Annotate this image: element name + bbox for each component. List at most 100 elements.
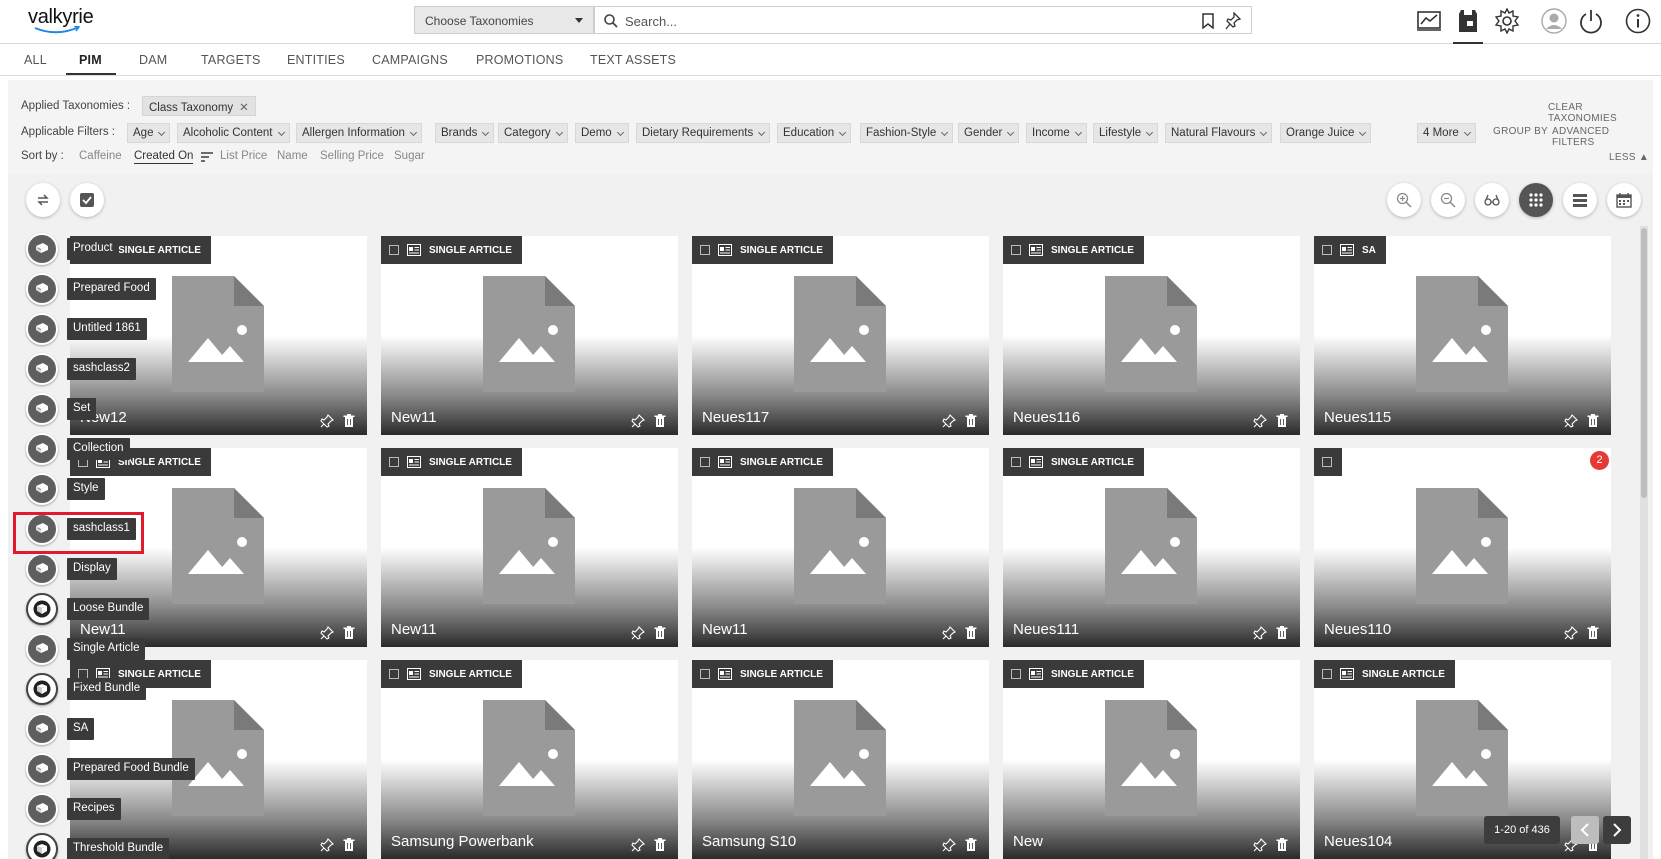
trash-icon[interactable] (1276, 626, 1288, 640)
class-filter-button[interactable] (26, 353, 58, 385)
prev-page-button[interactable] (1571, 816, 1599, 844)
zoom-in-button[interactable] (1387, 183, 1421, 217)
pin-icon[interactable] (1253, 838, 1267, 852)
pin-icon[interactable] (1253, 626, 1267, 640)
trash-icon[interactable] (654, 626, 666, 640)
next-page-button[interactable] (1603, 816, 1631, 844)
class-filter-label[interactable]: Fixed Bundle (67, 678, 147, 700)
trash-icon[interactable] (965, 838, 977, 852)
sort-option-caffeine[interactable]: Caffeine (79, 150, 122, 162)
list-view-button[interactable] (1563, 183, 1597, 217)
filter-demo[interactable]: Demo (575, 123, 629, 143)
tab-campaigns[interactable]: CAMPAIGNS (372, 53, 448, 67)
class-filter-label[interactable]: Threshold Bundle (67, 838, 170, 859)
filter-brands[interactable]: Brands (435, 123, 495, 143)
filter-dietary-requirements[interactable]: Dietary Requirements (636, 123, 771, 143)
sort-option-sugar[interactable]: Sugar (394, 150, 425, 162)
class-filter-button[interactable] (26, 233, 58, 265)
product-card[interactable]: SINGLE ARTICLE Neues116 (1003, 236, 1300, 435)
class-filter-button[interactable] (26, 473, 58, 505)
pin-icon[interactable] (1225, 12, 1241, 30)
trash-icon[interactable] (965, 626, 977, 640)
trash-icon[interactable] (1587, 414, 1599, 428)
results-scrollbar[interactable] (1640, 226, 1648, 859)
trash-icon[interactable] (343, 626, 355, 640)
power-logout-icon[interactable] (1578, 8, 1604, 34)
trash-icon[interactable] (654, 414, 666, 428)
trash-icon[interactable] (343, 414, 355, 428)
class-filter-label[interactable]: Prepared Food (67, 278, 156, 300)
card-checkbox[interactable] (1011, 457, 1021, 467)
class-filter-label[interactable]: Collection (67, 438, 130, 460)
analytics-chart-icon[interactable] (1416, 8, 1442, 34)
class-filter-button[interactable] (26, 593, 58, 625)
card-checkbox[interactable] (389, 245, 399, 255)
tab-pim[interactable]: PIM (79, 53, 102, 67)
class-filter-button[interactable] (26, 753, 58, 785)
zoom-out-button[interactable] (1431, 183, 1465, 217)
refresh-button[interactable] (26, 183, 60, 217)
taxonomy-select[interactable]: Choose Taxonomies (414, 6, 594, 34)
product-card[interactable]: SINGLE ARTICLE Samsung Powerbank (381, 660, 678, 859)
class-filter-button[interactable] (26, 793, 58, 825)
card-checkbox[interactable] (1322, 669, 1332, 679)
card-title[interactable]: New11 (702, 621, 748, 638)
trash-icon[interactable] (1276, 838, 1288, 852)
class-filter-button[interactable] (26, 833, 58, 859)
pin-icon[interactable] (942, 838, 956, 852)
class-filter-button[interactable] (26, 433, 58, 465)
trash-icon[interactable] (343, 838, 355, 852)
card-title[interactable]: New (1013, 833, 1043, 850)
pin-icon[interactable] (1564, 626, 1578, 640)
filter-income[interactable]: Income (1026, 123, 1087, 143)
class-filter-label[interactable]: Style (67, 478, 105, 500)
product-card[interactable]: SINGLE ARTICLE Neues111 (1003, 448, 1300, 647)
trash-icon[interactable] (654, 838, 666, 852)
filter-lifestyle[interactable]: Lifestyle (1093, 123, 1159, 143)
class-filter-button[interactable] (26, 313, 58, 345)
pin-icon[interactable] (320, 414, 334, 428)
trash-icon[interactable] (1276, 414, 1288, 428)
info-icon[interactable] (1625, 8, 1651, 34)
pin-icon[interactable] (1564, 414, 1578, 428)
clear-taxonomies-link[interactable]: CLEAR TAXONOMIES (1548, 102, 1653, 124)
bookmark-icon[interactable] (1201, 13, 1215, 29)
product-card[interactable]: SINGLE ARTICLE Neues104 (1314, 660, 1611, 859)
product-card[interactable]: SA Neues115 (1314, 236, 1611, 435)
class-filter-button[interactable] (26, 713, 58, 745)
card-title[interactable]: Neues116 (1013, 409, 1080, 426)
class-filter-label[interactable]: Set (67, 398, 97, 420)
tab-all[interactable]: ALL (24, 53, 47, 67)
sort-option-list-price[interactable]: List Price (220, 150, 267, 162)
card-checkbox[interactable] (700, 245, 710, 255)
pin-icon[interactable] (942, 626, 956, 640)
pin-icon[interactable] (942, 414, 956, 428)
tab-dam[interactable]: DAM (139, 53, 167, 67)
class-filter-button[interactable] (26, 633, 58, 665)
card-title[interactable]: Neues110 (1324, 621, 1391, 638)
class-filter-button[interactable] (26, 553, 58, 585)
trash-icon[interactable] (965, 414, 977, 428)
tab-entities[interactable]: ENTITIES (287, 53, 345, 67)
card-title[interactable]: Neues111 (1013, 621, 1079, 638)
class-filter-label[interactable]: SA (67, 718, 95, 740)
pin-icon[interactable] (631, 626, 645, 640)
filter-fashion-style[interactable]: Fashion-Style (860, 123, 954, 143)
class-filter-label[interactable]: Single Article (67, 638, 146, 660)
sort-descending-icon[interactable] (201, 152, 213, 162)
product-card[interactable]: Neues110 (1314, 448, 1611, 647)
calendar-view-button[interactable] (1607, 183, 1641, 217)
pin-icon[interactable] (631, 838, 645, 852)
class-filter-label[interactable]: sashclass2 (67, 358, 136, 380)
card-title[interactable]: Samsung Powerbank (391, 833, 534, 850)
card-title[interactable]: Neues115 (1324, 409, 1391, 426)
class-filter-button[interactable] (26, 673, 58, 705)
filter-orange-juice[interactable]: Orange Juice (1280, 123, 1372, 143)
card-title[interactable]: New11 (391, 409, 437, 426)
product-card[interactable]: SINGLE ARTICLE New11 (381, 448, 678, 647)
less-toggle[interactable]: LESS ▲ (1609, 152, 1649, 163)
card-checkbox[interactable] (389, 669, 399, 679)
card-checkbox[interactable] (1011, 245, 1021, 255)
class-filter-button[interactable] (26, 393, 58, 425)
class-filter-label[interactable]: Display (67, 558, 117, 580)
